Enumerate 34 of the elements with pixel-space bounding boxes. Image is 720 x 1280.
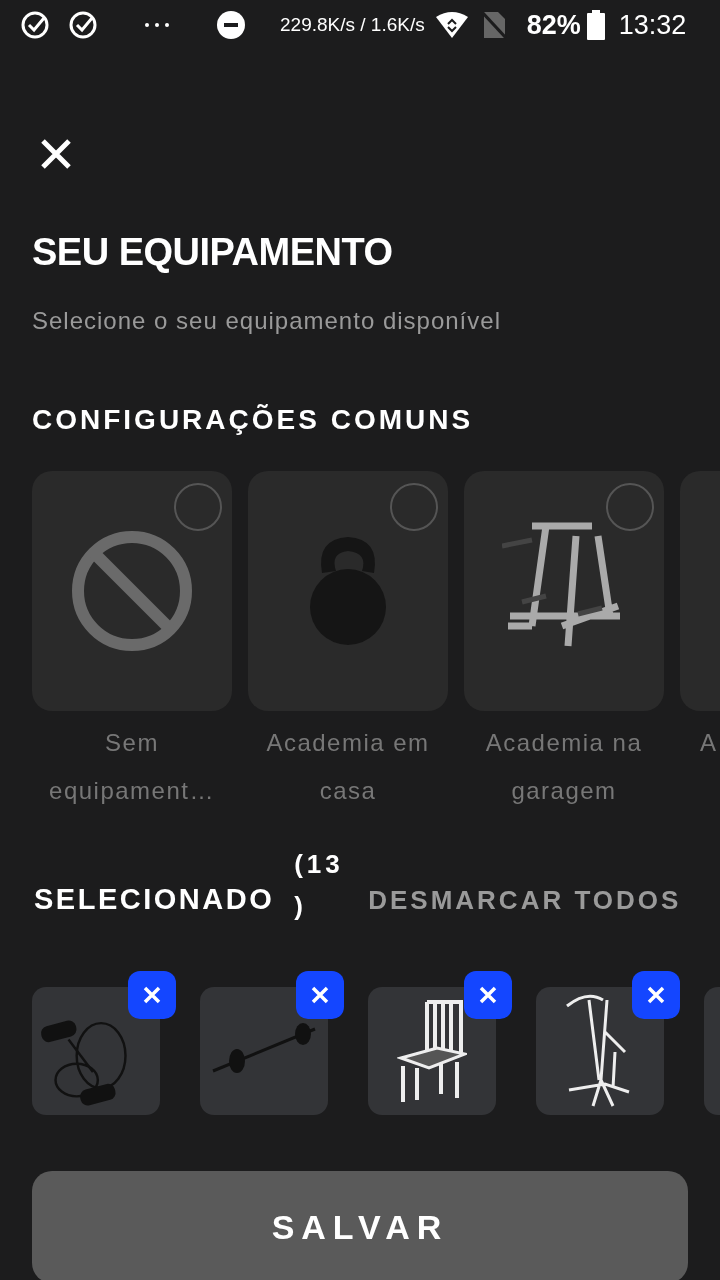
battery-icon [586, 10, 605, 40]
clock-text: 13:32 [618, 8, 687, 42]
page-subtitle: Selecione o seu equipamento disponível [32, 306, 502, 336]
configuration-card[interactable] [32, 471, 232, 711]
do-not-disturb-icon [216, 10, 246, 40]
configuration-card[interactable] [464, 471, 664, 711]
wifi-icon [434, 11, 469, 39]
close-icon [646, 985, 666, 1005]
check-circle-icon [68, 10, 98, 40]
close-icon [142, 985, 162, 1005]
radio-button[interactable] [390, 483, 438, 531]
close-icon [478, 985, 498, 1005]
network-speed-text: 229.8K/s / 1.6K/s [280, 12, 425, 37]
section-heading: SELECIONADO [34, 882, 275, 918]
battery-percent-text: 82% [526, 8, 581, 42]
remove-button[interactable] [632, 971, 680, 1019]
prohibited-icon [70, 529, 194, 653]
radio-button[interactable] [606, 483, 654, 531]
save-button[interactable]: SALVAR [32, 1171, 688, 1280]
remove-button[interactable] [464, 971, 512, 1019]
close-icon [310, 985, 330, 1005]
page-title: SEU EQUIPAMENTO [32, 230, 394, 275]
configuration-label: Academia em casa [265, 728, 431, 806]
check-circle-icon [20, 10, 50, 40]
configuration-label: Academia na garagem [484, 728, 644, 806]
configuration-label: Sem equipament… [48, 728, 216, 806]
selected-count: (13) [294, 848, 345, 923]
remove-button[interactable] [296, 971, 344, 1019]
configuration-label: A [699, 728, 719, 758]
radio-button[interactable] [174, 483, 222, 531]
more-icon [144, 22, 170, 28]
deselect-all-button[interactable]: DESMARCAR TODOS [368, 880, 682, 920]
section-heading: CONFIGURAÇÕES COMUNS [32, 403, 475, 437]
remove-button[interactable] [128, 971, 176, 1019]
